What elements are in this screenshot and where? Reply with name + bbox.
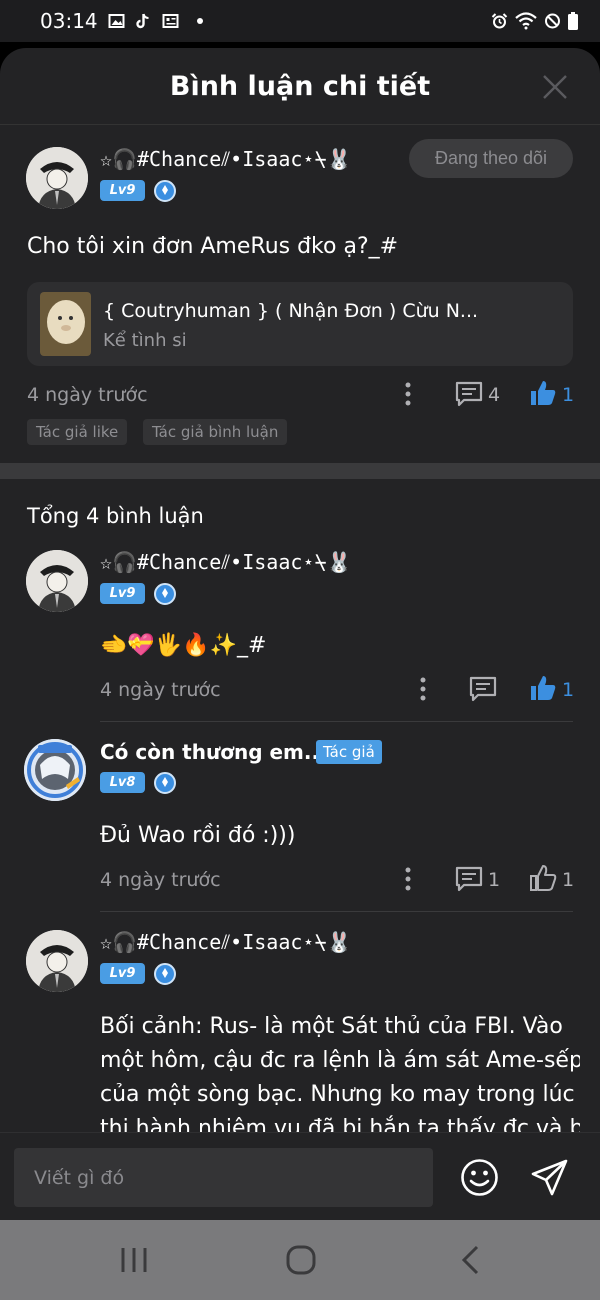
reply-text: Đủ Wao rồi đó :))) <box>100 823 296 848</box>
status-bar: 03:14 <box>0 0 600 42</box>
like-outline-icon[interactable] <box>529 864 557 892</box>
back-icon[interactable] <box>460 1245 480 1275</box>
tag-author-commented: Tác giả bình luận <box>143 419 288 445</box>
reply-time: 4 ngày trước <box>100 679 221 701</box>
username[interactable]: ☆🎧#Chance⫽•Isaac⋆⍀🐰 <box>100 930 351 954</box>
reply-divider <box>100 911 573 912</box>
verified-badge-icon <box>154 583 176 605</box>
send-icon[interactable] <box>530 1158 569 1197</box>
avatar[interactable] <box>26 930 88 992</box>
reply-time: 4 ngày trước <box>100 869 221 891</box>
verified-badge-icon <box>154 963 176 985</box>
like-count: 1 <box>562 679 575 701</box>
reply-divider <box>100 721 573 722</box>
replies-count-heading: Tổng 4 bình luận <box>27 504 204 528</box>
more-options-icon[interactable] <box>418 676 428 702</box>
level-badge: Lv9 <box>100 963 145 984</box>
alarm-icon <box>491 13 508 29</box>
following-button[interactable]: Đang theo dõi <box>409 139 573 178</box>
comment-input[interactable] <box>14 1148 433 1207</box>
close-icon[interactable] <box>540 72 570 102</box>
story-subtitle: Kể tình si <box>103 330 187 351</box>
recent-apps-icon[interactable] <box>120 1247 148 1273</box>
username[interactable]: Có còn thương em... <box>100 740 327 764</box>
reply-text-line: một hôm, cậu đc ra lệnh là ám sát Ame-sế… <box>100 1048 580 1073</box>
more-options-icon[interactable] <box>403 381 413 407</box>
wifi-icon <box>515 12 537 30</box>
emoji-icon[interactable] <box>460 1158 499 1197</box>
comment-icon[interactable] <box>455 866 483 892</box>
verified-badge-icon <box>154 180 176 202</box>
comment-count: 4 <box>488 384 501 406</box>
avatar[interactable] <box>26 550 88 612</box>
author-tag: Tác giả <box>316 740 382 764</box>
avatar[interactable] <box>24 739 86 801</box>
notification-dot <box>196 18 203 24</box>
section-separator <box>0 463 600 479</box>
comment-icon[interactable] <box>469 676 497 702</box>
comment-icon[interactable] <box>455 381 483 407</box>
sheet-header: Bình luận chi tiết <box>0 48 600 125</box>
like-icon[interactable] <box>529 379 557 407</box>
level-badge: Lv9 <box>100 180 145 201</box>
home-icon[interactable] <box>286 1245 316 1275</box>
like-icon[interactable] <box>529 674 557 702</box>
reply-text: 🫲💝🖐🔥✨_# <box>100 633 267 658</box>
system-navigation-bar <box>0 1220 600 1300</box>
tiktok-icon <box>135 13 149 29</box>
avatar[interactable] <box>26 147 88 209</box>
news-icon <box>162 14 179 28</box>
comment-text: Cho tôi xin đơn AmeRus đko ạ?_# <box>27 234 399 259</box>
reply-text-line: Bối cảnh: Rus- là một Sát thủ của FBI. V… <box>100 1014 563 1039</box>
story-title: { Coutryhuman } ( Nhận Đơn ) Cừu N... <box>103 300 479 322</box>
page-title: Bình luận chi tiết <box>169 70 431 102</box>
gallery-icon <box>108 14 125 28</box>
verified-badge-icon <box>154 772 176 794</box>
reply-text: Bối cảnh: Rus- là một Sát thủ của FBI. V… <box>100 1010 580 1132</box>
reply-text-line: thi hành nhiệm vụ đã bị hắn ta thấy đc v… <box>100 1116 580 1132</box>
like-count: 1 <box>562 869 575 891</box>
reply-text-line: của một sòng bạc. Nhưng ko may trong lúc <box>100 1082 575 1107</box>
status-time: 03:14 <box>40 9 98 33</box>
story-thumbnail <box>40 292 91 356</box>
username[interactable]: ☆🎧#Chance⫽•Isaac⋆⍀🐰 <box>100 550 351 574</box>
more-options-icon[interactable] <box>403 866 413 892</box>
username[interactable]: ☆🎧#Chance⫽•Isaac⋆⍀🐰 <box>100 147 351 171</box>
comment-input-bar <box>0 1132 600 1220</box>
comment-time: 4 ngày trước <box>27 384 148 406</box>
like-count: 1 <box>562 384 575 406</box>
battery-icon <box>568 12 578 30</box>
quoted-story-card[interactable]: { Coutryhuman } ( Nhận Đơn ) Cừu N... Kể… <box>27 282 573 366</box>
level-badge: Lv8 <box>100 772 145 793</box>
do-not-disturb-icon <box>545 13 560 29</box>
comment-count: 1 <box>488 869 501 891</box>
tag-author-liked: Tác giả like <box>27 419 128 445</box>
level-badge: Lv9 <box>100 583 145 604</box>
